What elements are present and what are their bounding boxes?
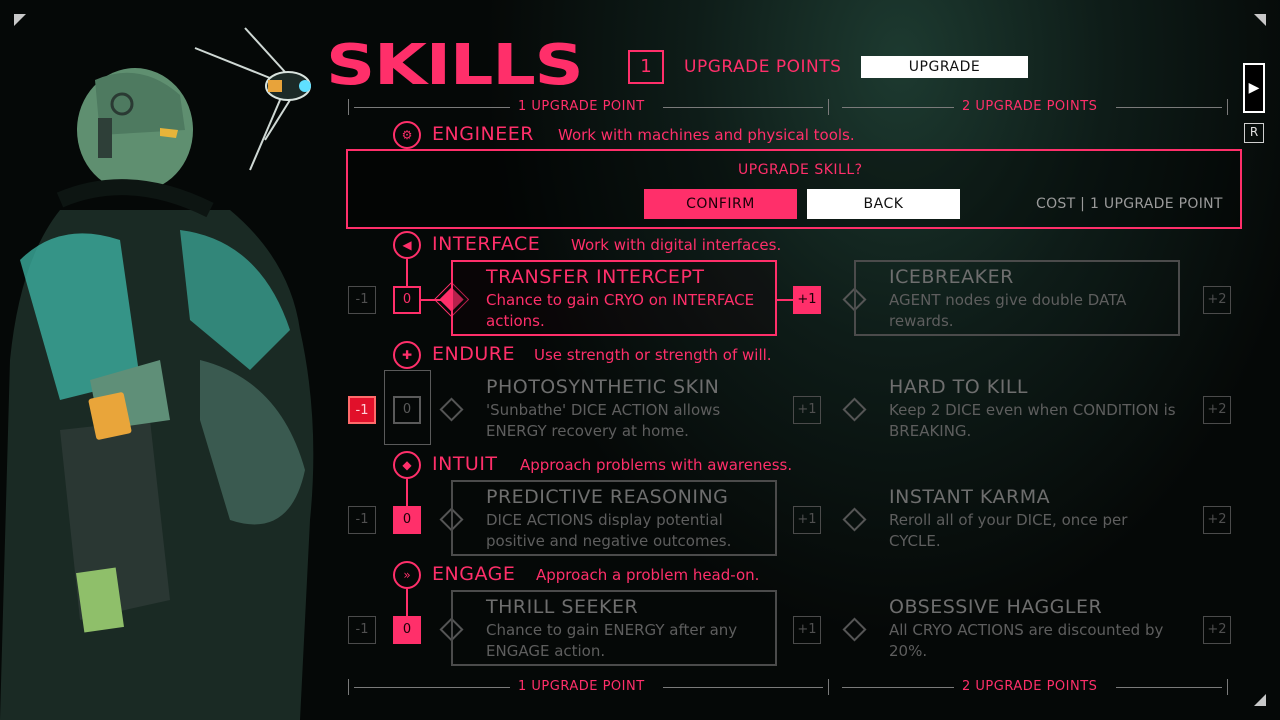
skill-card-predictive-reasoning[interactable]: PREDICTIVE REASONING DICE ACTIONS displa… xyxy=(451,480,777,556)
cost-label-two-points: 2 UPGRADE POINTS xyxy=(962,679,1098,694)
cost-divider-top: 1 UPGRADE POINT 2 UPGRADE POINTS xyxy=(348,99,1228,115)
skill-card-thrill-seeker[interactable]: THRILL SEEKER Chance to gain ENERGY afte… xyxy=(451,590,777,666)
skill-name: ICEBREAKER xyxy=(889,266,1014,288)
category-intuit-description: Approach problems with awareness. xyxy=(520,456,793,474)
interface-level-box: 0 xyxy=(393,286,421,314)
skill-name: TRANSFER INTERCEPT xyxy=(486,266,705,288)
category-engage-description: Approach a problem head-on. xyxy=(536,566,760,584)
skill-description: AGENT nodes give double DATA rewards. xyxy=(889,291,1127,330)
plus-two-intuit-button[interactable]: +2 xyxy=(1203,506,1231,534)
category-interface-description: Work with digital interfaces. xyxy=(571,236,782,254)
skill-name: INSTANT KARMA xyxy=(889,486,1051,508)
skill-name: HARD TO KILL xyxy=(889,376,1028,398)
connector-line xyxy=(777,299,793,301)
confirm-button[interactable]: CONFIRM xyxy=(644,189,797,219)
plus-two-interface-button[interactable]: +2 xyxy=(1203,286,1231,314)
engage-icon: » xyxy=(393,561,421,589)
plus-one-endure-button[interactable]: +1 xyxy=(793,396,821,424)
category-engage-name: ENGAGE xyxy=(432,563,516,585)
category-engineer-description: Work with machines and physical tools. xyxy=(558,126,855,144)
gear-icon: ⚙ xyxy=(393,121,421,149)
plus-one-engage-button[interactable]: +1 xyxy=(793,616,821,644)
cost-label-one-point: 1 UPGRADE POINT xyxy=(518,679,645,694)
decrease-interface-button[interactable]: -1 xyxy=(348,286,376,314)
corner-marker-bottom-right xyxy=(1254,694,1266,706)
corner-marker-top-right xyxy=(1254,14,1266,26)
plus-one-intuit-button[interactable]: +1 xyxy=(793,506,821,534)
endure-level-box: 0 xyxy=(393,396,421,424)
skill-description: Chance to gain ENERGY after any ENGAGE a… xyxy=(486,621,738,660)
page-title: SKILLS xyxy=(326,33,584,98)
upgrade-button[interactable]: UPGRADE xyxy=(861,56,1028,78)
cost-label-one-point: 1 UPGRADE POINT xyxy=(518,99,645,114)
intuit-icon: ◆ xyxy=(393,451,421,479)
skill-card-obsessive-haggler[interactable]: OBSESSIVE HAGGLER All CRYO ACTIONS are d… xyxy=(854,590,1180,666)
skill-description: Reroll all of your DICE, once per CYCLE. xyxy=(889,511,1128,550)
cost-divider-bottom: 1 UPGRADE POINT 2 UPGRADE POINTS xyxy=(348,679,1228,695)
skill-card-instant-karma[interactable]: INSTANT KARMA Reroll all of your DICE, o… xyxy=(854,480,1180,556)
skill-name: OBSESSIVE HAGGLER xyxy=(889,596,1103,618)
skill-name: PREDICTIVE REASONING xyxy=(486,486,729,508)
upgrade-points-count: 1 xyxy=(628,50,664,84)
dialog-cost-text: COST | 1 UPGRADE POINT xyxy=(1036,196,1223,212)
skill-card-photosynthetic-skin[interactable]: PHOTOSYNTHETIC SKIN 'Sunbathe' DICE ACTI… xyxy=(451,370,777,446)
skill-description: DICE ACTIONS display potential positive … xyxy=(486,511,732,550)
skill-name: THRILL SEEKER xyxy=(486,596,639,618)
back-button[interactable]: BACK xyxy=(807,189,960,219)
r-key-hint: R xyxy=(1244,123,1264,143)
play-arrow-icon[interactable]: ▶ xyxy=(1243,63,1265,113)
cost-label-two-points: 2 UPGRADE POINTS xyxy=(962,99,1098,114)
dialog-question: UPGRADE SKILL? xyxy=(738,162,863,178)
skill-description: All CRYO ACTIONS are discounted by 20%. xyxy=(889,621,1164,660)
skill-description: 'Sunbathe' DICE ACTION allows ENERGY rec… xyxy=(486,401,721,440)
connector-line xyxy=(406,259,408,287)
category-intuit-name: INTUIT xyxy=(432,453,498,475)
character-portrait xyxy=(0,27,314,720)
engage-level-box: 0 xyxy=(393,616,421,644)
category-engineer-name: ENGINEER xyxy=(432,123,534,145)
category-interface-name: INTERFACE xyxy=(432,233,541,255)
connector-line xyxy=(406,479,408,507)
skill-name: PHOTOSYNTHETIC SKIN xyxy=(486,376,720,398)
connector-line xyxy=(406,589,408,617)
plus-one-interface-button[interactable]: +1 xyxy=(793,286,821,314)
plus-two-engage-button[interactable]: +2 xyxy=(1203,616,1231,644)
drone-illustration xyxy=(194,27,311,171)
category-endure-description: Use strength or strength of will. xyxy=(534,346,772,364)
decrease-endure-button[interactable]: -1 xyxy=(348,396,376,424)
upgrade-points-label: UPGRADE POINTS xyxy=(684,57,842,77)
decrease-engage-button[interactable]: -1 xyxy=(348,616,376,644)
endure-icon: ✚ xyxy=(393,341,421,369)
skill-description: Keep 2 DICE even when CONDITION is BREAK… xyxy=(889,401,1176,440)
category-endure-name: ENDURE xyxy=(432,343,515,365)
skill-description: Chance to gain CRYO on INTERFACE actions… xyxy=(486,291,755,330)
skill-card-hard-to-kill[interactable]: HARD TO KILL Keep 2 DICE even when CONDI… xyxy=(854,370,1180,446)
skill-card-transfer-intercept[interactable]: TRANSFER INTERCEPT Chance to gain CRYO o… xyxy=(451,260,777,336)
interface-icon: ◀ xyxy=(393,231,421,259)
skill-card-icebreaker[interactable]: ICEBREAKER AGENT nodes give double DATA … xyxy=(854,260,1180,336)
plus-two-endure-button[interactable]: +2 xyxy=(1203,396,1231,424)
intuit-level-box: 0 xyxy=(393,506,421,534)
decrease-intuit-button[interactable]: -1 xyxy=(348,506,376,534)
